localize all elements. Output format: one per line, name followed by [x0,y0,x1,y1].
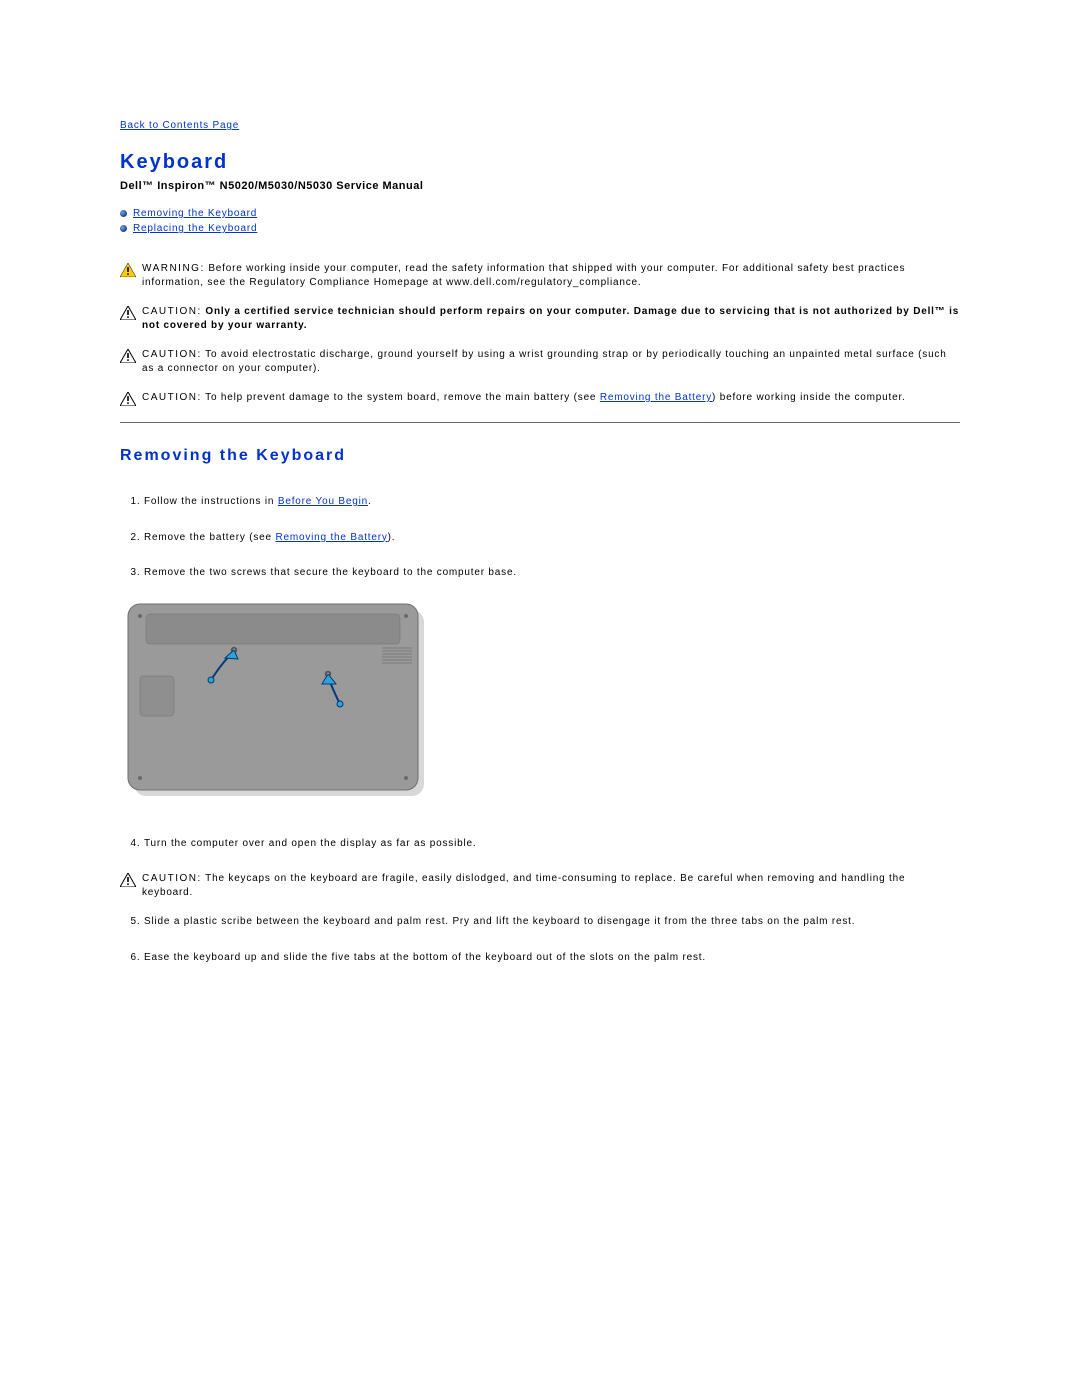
caution-battery-after: ) before working inside the computer. [712,392,906,403]
step-2: Remove the battery (see Removing the Bat… [144,531,960,545]
step-6: Ease the keyboard up and slide the five … [144,951,960,965]
step-4: Turn the computer over and open the disp… [144,837,960,851]
step-5: Slide a plastic scribe between the keybo… [144,915,960,929]
caution-keycaps-notice: CAUTION: The keycaps on the keyboard are… [120,872,960,899]
caution-triangle-icon [120,306,136,320]
warning-triangle-icon [120,263,136,277]
warning-text: WARNING: Before working inside your comp… [142,262,960,289]
warning-notice: WARNING: Before working inside your comp… [120,262,960,289]
section-divider [120,422,960,423]
removing-battery-link-2[interactable]: Removing the Battery [275,532,387,543]
before-you-begin-link[interactable]: Before You Begin [278,496,368,507]
toc-list: Removing the Keyboard Replacing the Keyb… [120,208,960,234]
removing-battery-link[interactable]: Removing the Battery [600,392,712,403]
toc-link-removing[interactable]: Removing the Keyboard [133,208,257,219]
caution-battery-text: CAUTION: To help prevent damage to the s… [142,391,960,405]
caution-service-label: CAUTION: [142,306,202,317]
caution-keycaps-text: CAUTION: The keycaps on the keyboard are… [142,872,960,899]
caution-service-notice: CAUTION: Only a certified service techni… [120,305,960,332]
step-1: Follow the instructions in Before You Be… [144,495,960,509]
caution-esd-notice: CAUTION: To avoid electrostatic discharg… [120,348,960,375]
caution-battery-before: To help prevent damage to the system boa… [202,392,600,403]
step-1-prefix: Follow the instructions in [144,496,278,507]
figure-laptop-bottom [126,602,960,801]
caution-battery-label: CAUTION: [142,392,202,403]
caution-service-body: Only a certified service technician shou… [142,306,959,331]
page-title: Keyboard [120,151,960,174]
step-1-suffix: . [368,496,372,507]
steps-list: Follow the instructions in Before You Be… [120,495,960,580]
back-to-contents-link[interactable]: Back to Contents Page [120,120,239,131]
step-3: Remove the two screws that secure the ke… [144,566,960,580]
caution-keycaps-label: CAUTION: [142,873,202,884]
caution-esd-label: CAUTION: [142,349,202,360]
caution-triangle-icon [120,349,136,363]
steps-list-2: Turn the computer over and open the disp… [120,837,960,851]
step-2-prefix: Remove the battery (see [144,532,275,543]
caution-service-text: CAUTION: Only a certified service techni… [142,305,960,332]
warning-label: WARNING: [142,263,205,274]
caution-battery-notice: CAUTION: To help prevent damage to the s… [120,391,960,406]
caution-triangle-icon [120,873,136,887]
caution-esd-body: To avoid electrostatic discharge, ground… [142,349,947,374]
section-title-removing: Removing the Keyboard [120,447,960,465]
caution-esd-text: CAUTION: To avoid electrostatic discharg… [142,348,960,375]
caution-triangle-icon [120,392,136,406]
step-2-suffix: ). [388,532,396,543]
toc-link-replacing[interactable]: Replacing the Keyboard [133,223,257,234]
manual-subtitle: Dell™ Inspiron™ N5020/M5030/N5030 Servic… [120,180,960,192]
caution-keycaps-body: The keycaps on the keyboard are fragile,… [142,873,905,898]
warning-body: Before working inside your computer, rea… [142,263,905,288]
steps-list-3: Slide a plastic scribe between the keybo… [120,915,960,964]
